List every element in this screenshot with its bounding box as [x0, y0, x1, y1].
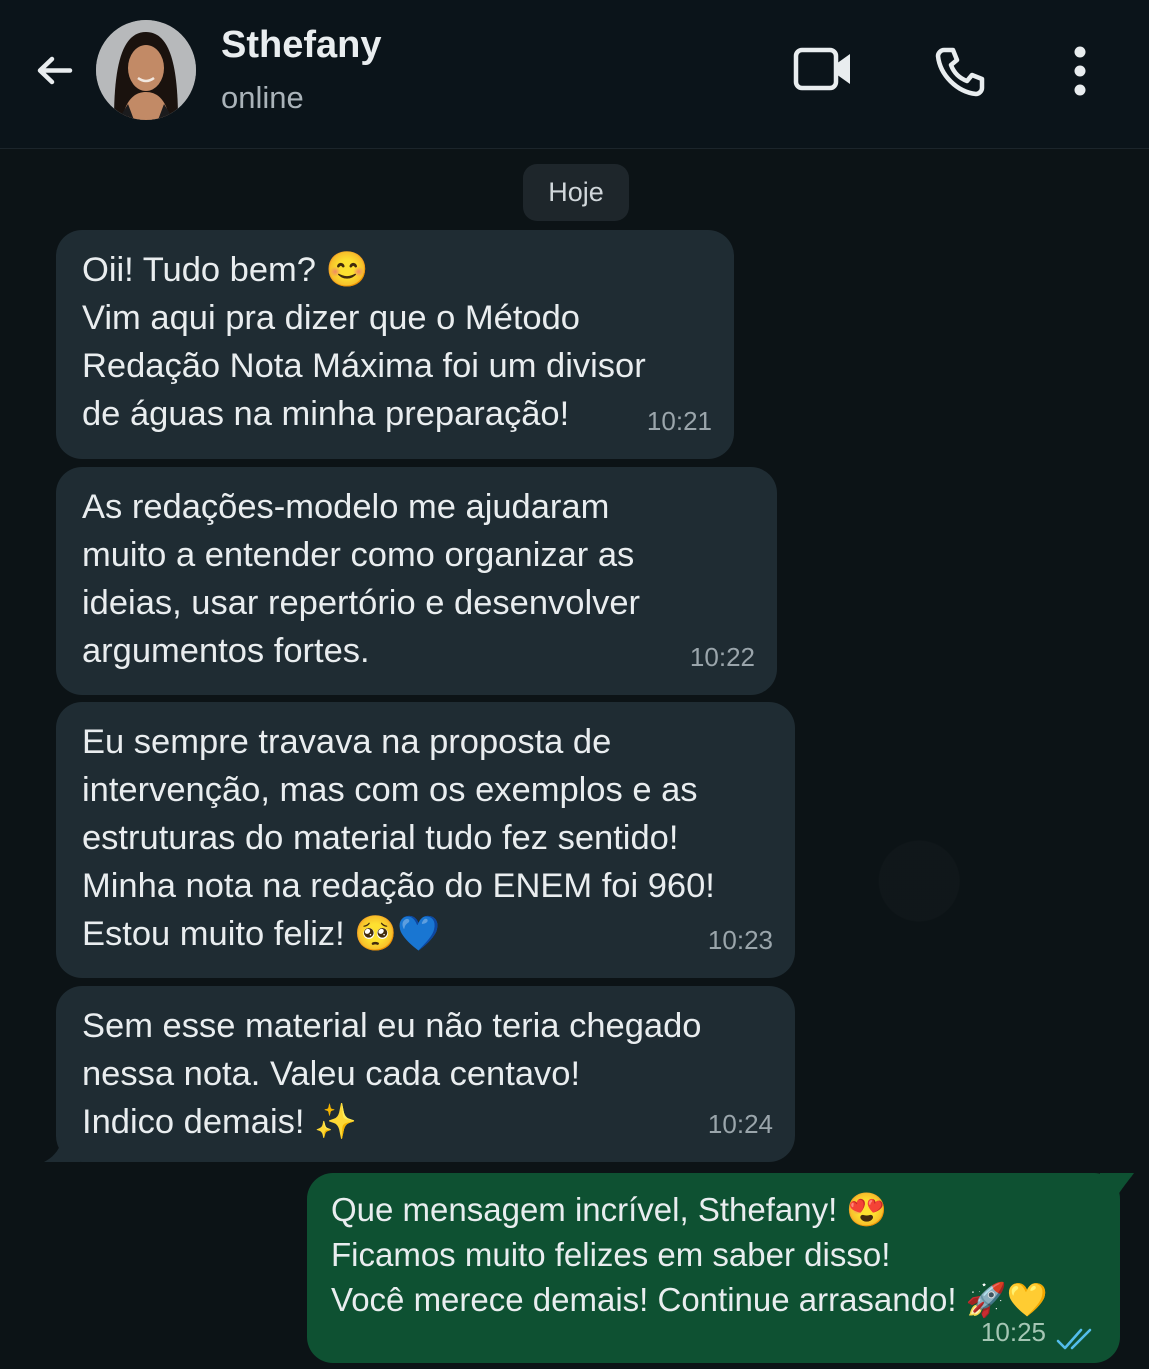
bubble-tail — [44, 1139, 80, 1162]
message-time: 10:23 — [707, 925, 773, 955]
message-line: Vim aqui pra dizer que o Método — [82, 299, 580, 337]
avatar-image — [96, 20, 196, 120]
message-line: Sem esse material eu não teria chegado — [82, 1007, 702, 1045]
message-line: As redações-modelo me ajudaram — [82, 488, 610, 526]
message-line: ideias, usar repertório e desenvolver — [82, 584, 641, 622]
message-time: 10:22 — [689, 642, 755, 672]
contact-name[interactable]: Sthefany — [221, 24, 381, 67]
message-bubble-outgoing[interactable]: Que mensagem incrível, Sthefany! 😍 Ficam… — [307, 1173, 1120, 1363]
message-line: Que mensagem incrível, Sthefany! 😍 — [331, 1191, 888, 1228]
message-line: Eu sempre travava na proposta de — [82, 723, 612, 761]
date-chip: Hoje — [523, 164, 629, 221]
double-check-icon — [1056, 1328, 1092, 1350]
message-line: argumentos fortes. — [82, 632, 370, 670]
more-vertical-icon — [1074, 46, 1086, 96]
message-bubble-incoming[interactable]: Sem esse material eu não teria chegado n… — [56, 986, 795, 1162]
voice-call-button[interactable] — [932, 44, 988, 100]
message-line: de águas na minha preparação! — [82, 395, 570, 433]
message-line: Redação Nota Máxima foi um divisor — [82, 347, 646, 385]
message-line: Você merece demais! Continue arrasando! … — [331, 1281, 1048, 1318]
message-line: Minha nota na redação do ENEM foi 960! — [82, 867, 715, 905]
message-line: Indico demais! ✨ — [82, 1103, 357, 1141]
message-line: Estou muito feliz! 🥺💙 — [82, 915, 441, 953]
message-time: 10:24 — [707, 1109, 773, 1139]
message-line: nessa nota. Valeu cada centavo! — [82, 1055, 581, 1093]
video-camera-icon — [793, 47, 850, 91]
phone-icon — [935, 47, 985, 97]
arrow-left-icon — [37, 56, 73, 85]
video-call-button[interactable] — [792, 44, 854, 96]
message-bubble-incoming[interactable]: Eu sempre travava na proposta de interve… — [56, 702, 795, 978]
back-button[interactable] — [30, 48, 78, 96]
bubble-tail — [1100, 1173, 1134, 1201]
message-line: muito a entender como organizar as — [82, 536, 635, 574]
menu-button[interactable] — [1064, 46, 1096, 96]
avatar[interactable] — [96, 20, 196, 120]
message-line: Oii! Tudo bem? 😊 — [82, 251, 369, 289]
message-line: Ficamos muito felizes em saber disso! — [331, 1236, 891, 1273]
message-line: estruturas do material tudo fez sentido! — [82, 819, 679, 857]
chat-area[interactable]: Hoje Oii! Tudo bem? 😊 Vim aqui pra dizer… — [0, 149, 1149, 1369]
contact-status: online — [221, 80, 304, 115]
message-bubble-incoming[interactable]: Oii! Tudo bem? 😊 Vim aqui pra dizer que … — [56, 230, 734, 459]
message-time: 10:25 — [980, 1317, 1046, 1347]
chat-header: Sthefany online — [0, 0, 1149, 149]
message-bubble-incoming[interactable]: As redações-modelo me ajudaram muito a e… — [56, 467, 777, 695]
message-line: intervenção, mas com os exemplos e as — [82, 771, 698, 809]
message-time: 10:21 — [646, 406, 712, 436]
